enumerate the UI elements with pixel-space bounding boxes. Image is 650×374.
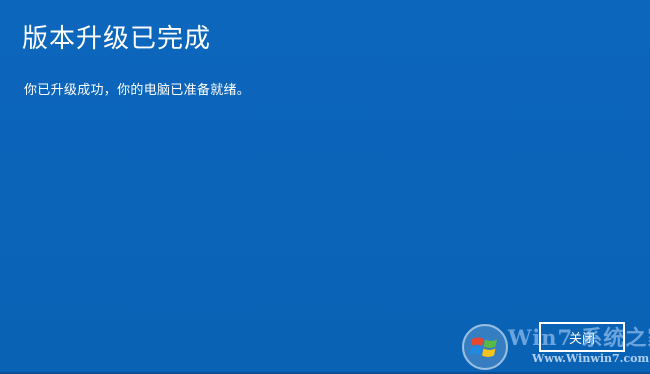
close-button[interactable]: 关闭	[539, 322, 625, 352]
dialog-message: 你已升级成功，你的电脑已准备就绪。	[24, 83, 251, 98]
watermark-url: Www.Winwin7.com	[532, 352, 650, 365]
upgrade-complete-dialog: 版本升级已完成 你已升级成功，你的电脑已准备就绪。 关闭 Win7 系统之家 W…	[0, 0, 650, 374]
windows-logo-icon	[462, 324, 508, 370]
dialog-title: 版本升级已完成	[22, 24, 212, 54]
